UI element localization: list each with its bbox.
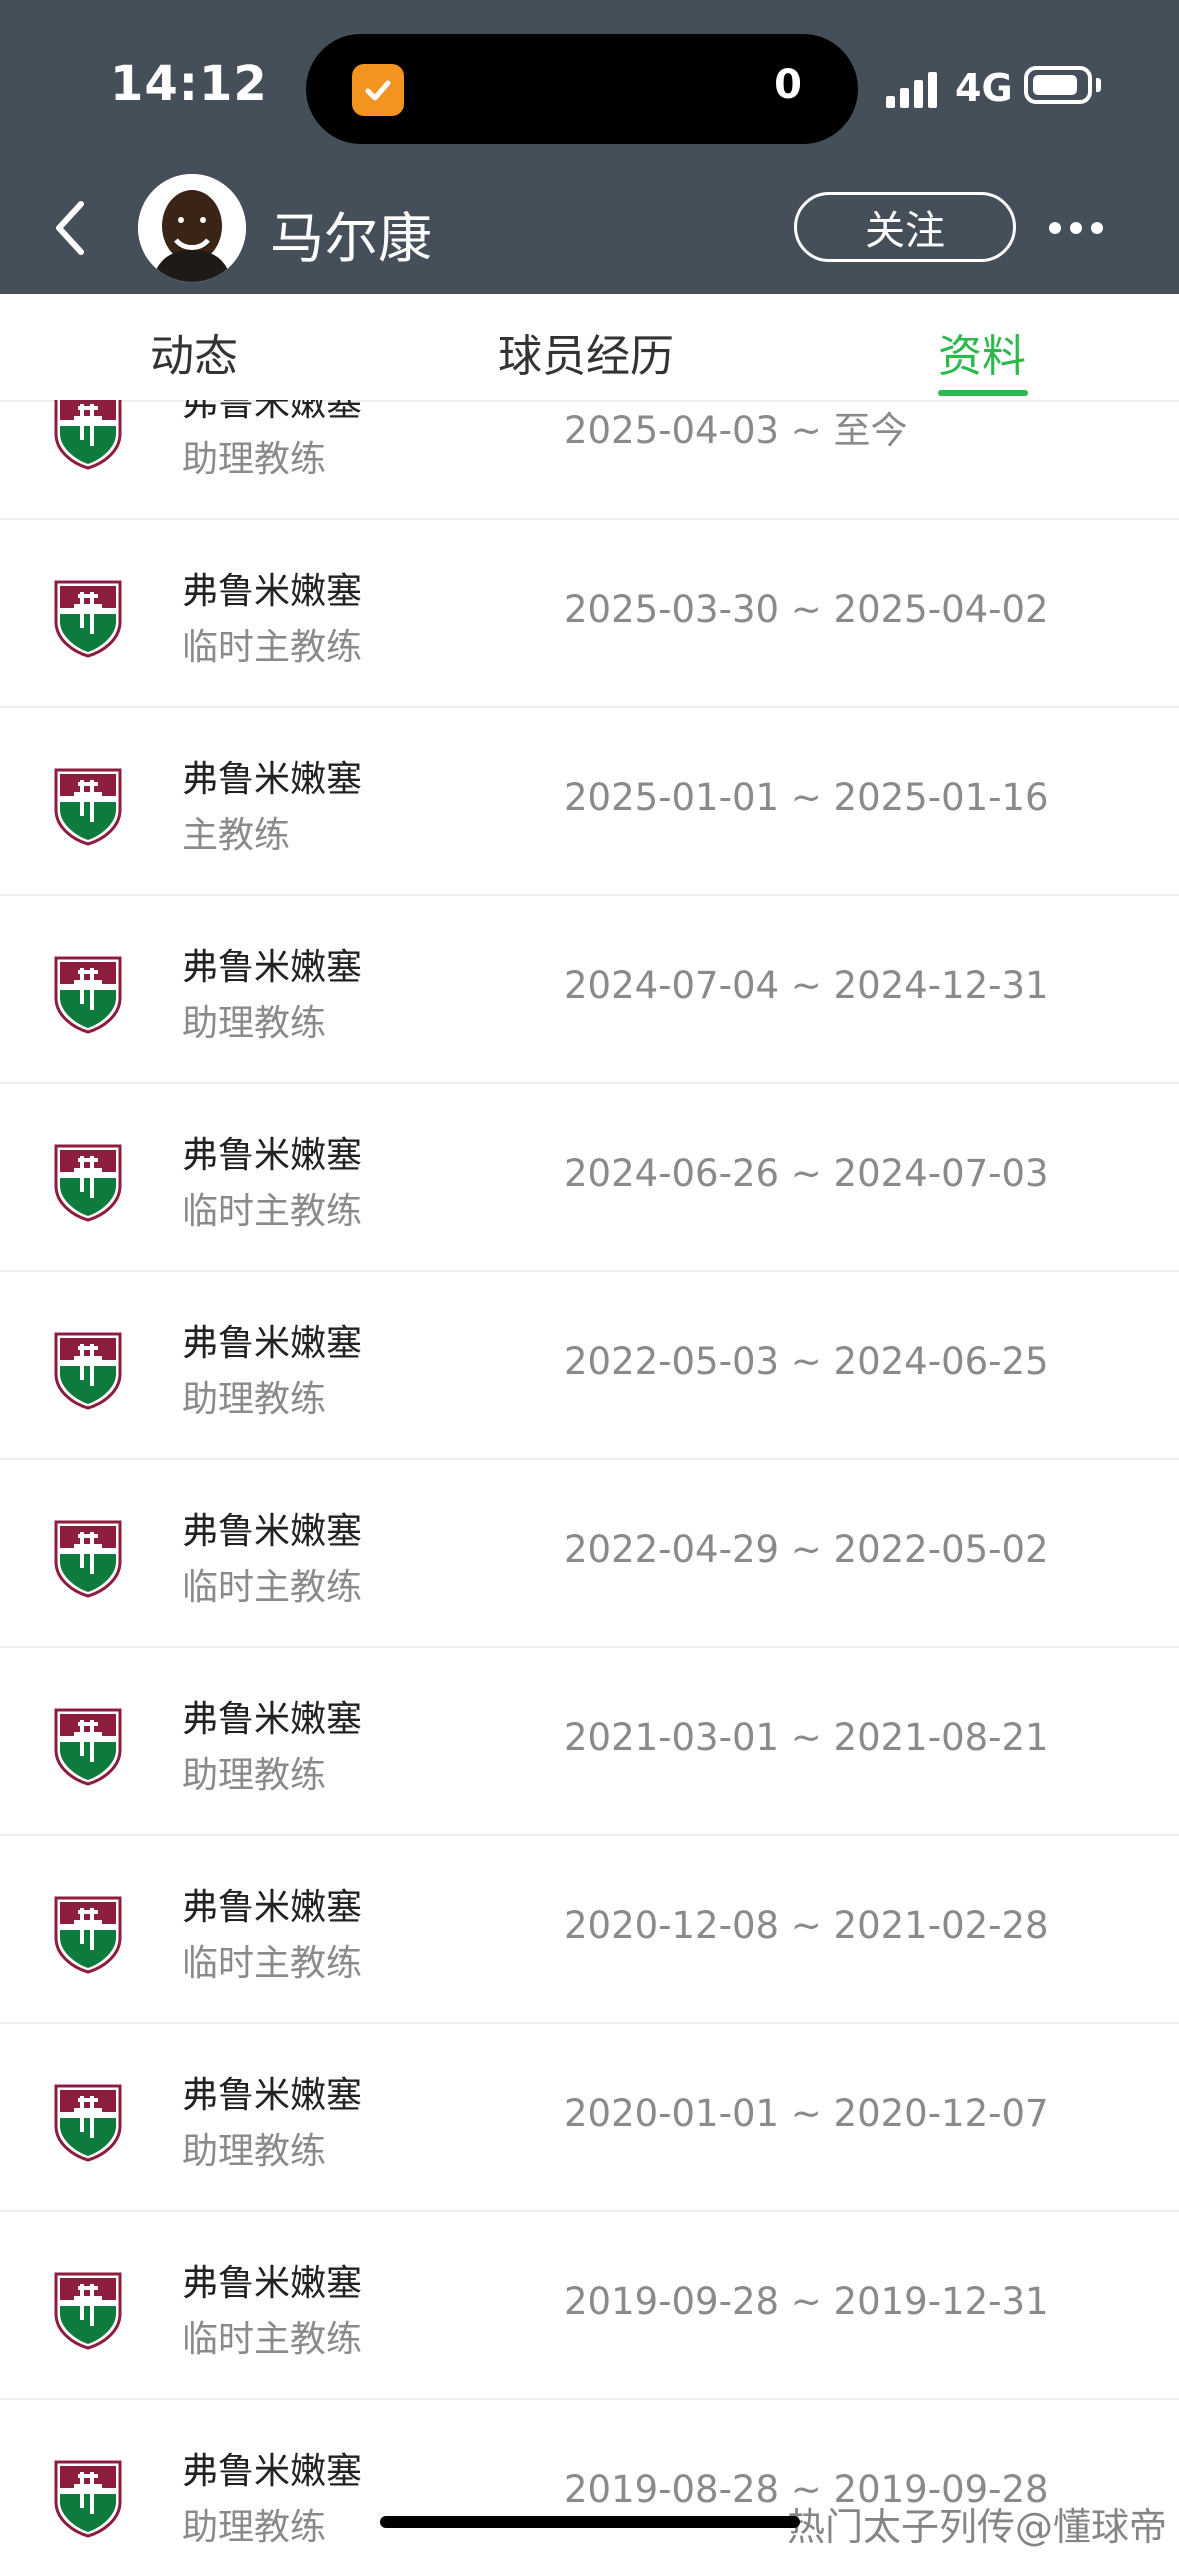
status-time: 14:12 [110, 56, 268, 112]
tab-bar: 动态 球员经历 资料 [0, 294, 1179, 402]
career-row[interactable]: 弗鲁米嫩塞临时主教练 2025-03-30 ~ 2025-04-02 [0, 520, 1179, 708]
tenure-dates: 2025-01-01 ~ 2025-01-16 [564, 776, 1049, 819]
check-app-icon [352, 64, 404, 116]
team-name: 弗鲁米嫩塞 [182, 2451, 363, 2492]
coach-role: 主教练 [182, 815, 291, 856]
island-count: 0 [774, 62, 802, 108]
fluminense-crest-icon [52, 1894, 124, 1974]
team-name: 弗鲁米嫩塞 [182, 2263, 363, 2304]
dynamic-island[interactable]: 0 [306, 34, 858, 144]
team-name: 弗鲁米嫩塞 [182, 400, 363, 424]
team-name: 弗鲁米嫩塞 [182, 1323, 363, 1364]
tenure-dates: 2021-03-01 ~ 2021-08-21 [564, 1716, 1049, 1759]
fluminense-crest-icon [52, 2270, 124, 2350]
chevron-left-icon [56, 201, 84, 255]
coaching-career-list[interactable]: 弗鲁米嫩塞 助理教练 2025-04-03 ~ 至今 弗鲁米嫩塞 临时主教练 2025-0… [0, 400, 1179, 2556]
team-name: 弗鲁米嫩塞 [182, 1887, 363, 1928]
avatar[interactable] [138, 174, 246, 282]
team-name: 弗鲁米嫩塞 [182, 759, 363, 800]
back-button[interactable] [46, 196, 96, 260]
career-row[interactable]: 弗鲁米嫩塞助理教练 2020-01-01 ~ 2020-12-07 [0, 2024, 1179, 2212]
coach-role: 临时主教练 [182, 2319, 363, 2360]
career-row[interactable]: 弗鲁米嫩塞助理教练 2021-03-01 ~ 2021-08-21 [0, 1648, 1179, 1836]
tenure-dates: 2024-06-26 ~ 2024-07-03 [564, 1152, 1049, 1195]
battery-tip [1096, 78, 1101, 92]
tab-dynamics[interactable]: 动态 [150, 320, 238, 384]
tab-profile[interactable]: 资料 [938, 320, 1026, 384]
team-name: 弗鲁米嫩塞 [182, 1135, 363, 1176]
watermark: 热门太子列传@懂球帝 [786, 2505, 1167, 2549]
coach-role: 临时主教练 [182, 1567, 363, 1608]
signal-icon [886, 70, 940, 108]
career-row[interactable]: 弗鲁米嫩塞临时主教练 2020-12-08 ~ 2021-02-28 [0, 1836, 1179, 2024]
fluminense-crest-icon [52, 2082, 124, 2162]
fluminense-crest-icon [52, 400, 124, 470]
coach-name: 马尔康 [270, 207, 432, 270]
active-tab-indicator [938, 390, 1028, 396]
coach-role: 助理教练 [182, 439, 327, 480]
more-dots-icon [1049, 222, 1103, 234]
fluminense-crest-icon [52, 2458, 124, 2538]
tab-player-career[interactable]: 球员经历 [498, 320, 674, 384]
team-name: 弗鲁米嫩塞 [182, 2075, 363, 2116]
fluminense-crest-icon [52, 954, 124, 1034]
career-row[interactable]: 弗鲁米嫩塞临时主教练 2022-04-29 ~ 2022-05-02 [0, 1460, 1179, 1648]
tenure-dates: 2022-04-29 ~ 2022-05-02 [564, 1528, 1049, 1571]
tenure-dates: 2020-01-01 ~ 2020-12-07 [564, 2092, 1049, 2135]
home-indicator[interactable] [380, 2516, 800, 2528]
team-name: 弗鲁米嫩塞 [182, 1699, 363, 1740]
tenure-dates: 2024-07-04 ~ 2024-12-31 [564, 964, 1049, 1007]
career-list-inner: 弗鲁米嫩塞 助理教练 2025-04-03 ~ 至今 弗鲁米嫩塞 临时主教练 2025-0… [0, 400, 1179, 2556]
fluminense-crest-icon [52, 766, 124, 846]
tenure-dates: 2025-04-03 ~ 至今 [564, 409, 908, 452]
coach-role: 临时主教练 [182, 1191, 363, 1232]
follow-button[interactable]: 关注 [794, 192, 1016, 262]
coach-role: 助理教练 [182, 1755, 327, 1796]
career-row[interactable]: 弗鲁米嫩塞助理教练 2022-05-03 ~ 2024-06-25 [0, 1272, 1179, 1460]
fluminense-crest-icon [52, 578, 124, 658]
tenure-dates: 2019-09-28 ~ 2019-12-31 [564, 2280, 1049, 2323]
tenure-dates: 2022-05-03 ~ 2024-06-25 [564, 1340, 1049, 1383]
career-row[interactable]: 弗鲁米嫩塞助理教练 2024-07-04 ~ 2024-12-31 [0, 896, 1179, 1084]
fluminense-crest-icon [52, 1706, 124, 1786]
app-header: 14:12 0 4G 马尔康 关注 [0, 0, 1179, 294]
career-row[interactable]: 弗鲁米嫩塞助理教练 2025-04-03 ~ 至今 [0, 400, 1179, 520]
team-name: 弗鲁米嫩塞 [182, 947, 363, 988]
battery-icon [1024, 66, 1092, 104]
fluminense-crest-icon [52, 1518, 124, 1598]
fluminense-crest-icon [52, 1330, 124, 1410]
coach-role: 助理教练 [182, 1379, 327, 1420]
coach-role: 临时主教练 [182, 627, 363, 668]
team-name: 弗鲁米嫩塞 [182, 571, 363, 612]
coach-role: 临时主教练 [182, 1943, 363, 1984]
career-row[interactable]: 弗鲁米嫩塞主教练 2025-01-01 ~ 2025-01-16 [0, 708, 1179, 896]
tenure-dates: 2020-12-08 ~ 2021-02-28 [564, 1904, 1049, 1947]
coach-role: 助理教练 [182, 2131, 327, 2172]
team-name: 弗鲁米嫩塞 [182, 1511, 363, 1552]
fluminense-crest-icon [52, 1142, 124, 1222]
network-type: 4G [955, 66, 1013, 110]
tenure-dates: 2025-03-30 ~ 2025-04-02 [564, 588, 1049, 631]
career-row[interactable]: 弗鲁米嫩塞临时主教练 2019-09-28 ~ 2019-12-31 [0, 2212, 1179, 2400]
career-row[interactable]: 弗鲁米嫩塞临时主教练 2024-06-26 ~ 2024-07-03 [0, 1084, 1179, 1272]
coach-role: 助理教练 [182, 2507, 327, 2548]
coach-role: 助理教练 [182, 1003, 327, 1044]
more-options-button[interactable] [1046, 208, 1106, 248]
